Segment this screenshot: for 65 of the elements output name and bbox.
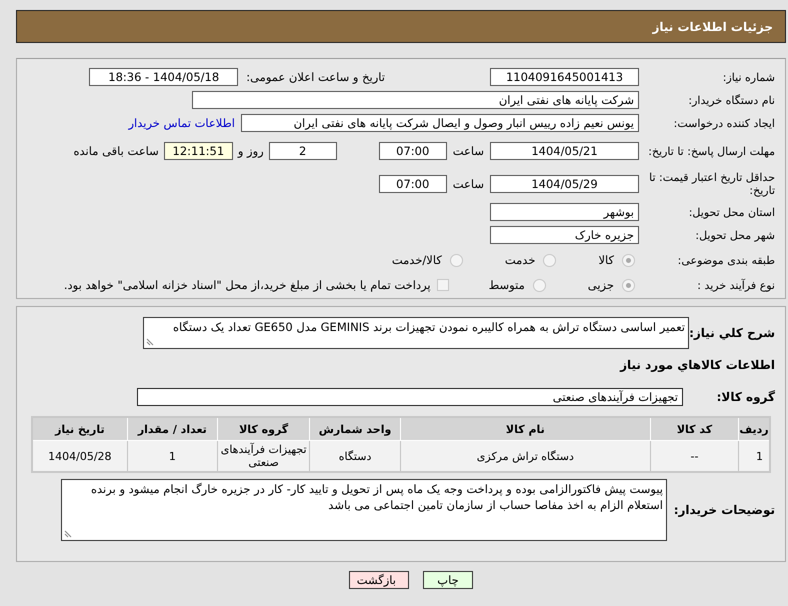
table-cell: 1 (738, 440, 770, 472)
field-label: روز و (238, 144, 264, 158)
validity-date-field[interactable]: 1404/05/29 (490, 175, 639, 193)
payment-note: پرداخت تمام یا بخشی از مبلغ خرید،از محل "اسناد خزانه اسلامی" خواهد بود. (64, 278, 431, 292)
column-header: تعداد / مقدار (127, 417, 218, 440)
notes-field[interactable]: پیوست پیش فاکتورالزامی بوده و پرداخت وجه یک ماه پس از تحویل و تایید کار- کار در جزیره خارگ انجام میشود و برنده استعلام الزام به اخذ مفاصا حساب از سازمان تامین اجتماعی می باشد (61, 479, 667, 541)
option-label: جزیی (588, 278, 614, 292)
field-label: مهلت ارسال پاسخ: تا تاریخ: (647, 144, 775, 158)
remaining-time-field[interactable]: 12:11:51 (164, 142, 233, 160)
radio-button[interactable] (543, 254, 556, 266)
days-field[interactable]: 2 (268, 142, 337, 160)
print-button[interactable]: چاپ (423, 571, 473, 589)
page-title: جزئیات اطلاعات نیاز (652, 20, 773, 34)
buyer-field[interactable]: شرکت پایانه های نفتی ایران (192, 91, 639, 109)
checkbox[interactable] (436, 279, 449, 291)
field-label: حداقل تاریخ اعتبار قیمت: تا تاریخ: (648, 171, 775, 197)
option-label: خدمت (504, 253, 536, 267)
resize-grip-icon[interactable] (64, 530, 72, 538)
radio-button[interactable] (450, 254, 463, 266)
option-label: کالا (598, 253, 614, 267)
goods-group-field[interactable]: تجهیزات فرآیندهای صنعتی (137, 388, 683, 406)
radio-button[interactable] (622, 278, 635, 292)
field-label: گروه کالا: (716, 390, 775, 404)
radio-button[interactable] (532, 278, 546, 292)
field-label: ساعت (452, 144, 484, 158)
option-label: کالا/خدمت (392, 253, 442, 267)
table-cell: 1 (127, 440, 218, 472)
column-header: گروه کالا (217, 417, 310, 440)
resize-grip-icon[interactable] (146, 338, 154, 346)
field-label: تاریخ و ساعت اعلان عمومی: (246, 70, 385, 84)
back-button[interactable]: بازگشت (349, 571, 409, 589)
city-field[interactable]: جزیره خارک (490, 226, 639, 244)
field-label: نام دستگاه خریدار: (687, 94, 775, 106)
field-label: شرح کلي نیاز: (689, 326, 775, 340)
validity-time-field[interactable]: 07:00 (378, 175, 447, 193)
column-header: واحد شمارش (310, 417, 400, 440)
field-label: استان محل تحویل: (688, 206, 775, 218)
field-label: ایجاد کننده درخواست: (672, 116, 775, 130)
field-label: ساعت باقی مانده (74, 144, 159, 158)
table-cell: دستگاه تراش مرکزی (400, 440, 650, 472)
field-label: شهر محل تحویل: (694, 228, 775, 242)
field-label: توضیحات خریدار: (672, 503, 775, 517)
section-title: اطلاعات کالاهاي مورد نیاز (620, 358, 775, 372)
table-cell: -- (650, 440, 739, 472)
table-cell: تجهیزات فرآیندهای صنعتی (217, 440, 310, 472)
deadline-date-field[interactable]: 1404/05/21 (490, 142, 639, 160)
announce-date-field[interactable]: 1404/05/18 - 18:36 (89, 68, 238, 86)
contact-link[interactable]: اطلاعات تماس خریدار (128, 116, 235, 130)
column-header: ردیف (738, 417, 770, 440)
table-cell: 1404/05/28 (32, 440, 128, 472)
column-header: نام کالا (400, 417, 650, 440)
field-label: نوع فرآیند خرید : (696, 278, 775, 292)
option-label: متوسط (488, 278, 525, 292)
description-field[interactable]: تعمیر اساسی دستگاه تراش به همراه کالیبره نمودن تجهیزات برند GEMINIS مدل GE650 تعداد یک دستگاه (143, 317, 689, 349)
table-cell: دستگاه (310, 440, 400, 472)
radio-button[interactable] (622, 254, 635, 266)
field-label: ساعت (452, 177, 484, 191)
column-header: تاریخ نیاز (32, 417, 128, 440)
deadline-time-field[interactable]: 07:00 (378, 142, 447, 160)
creator-field[interactable]: یونس نعیم زاده رییس انبار وصول و ایصال شرکت پایانه های نفتی ایران (241, 114, 639, 132)
field-label: شماره نیاز: (722, 70, 775, 84)
need-number-field[interactable]: 1104091645001413 (490, 68, 639, 86)
column-header: کد کالا (650, 417, 739, 440)
field-label: طبقه بندی موضوعی: (676, 254, 775, 266)
province-field[interactable]: بوشهر (490, 203, 639, 221)
